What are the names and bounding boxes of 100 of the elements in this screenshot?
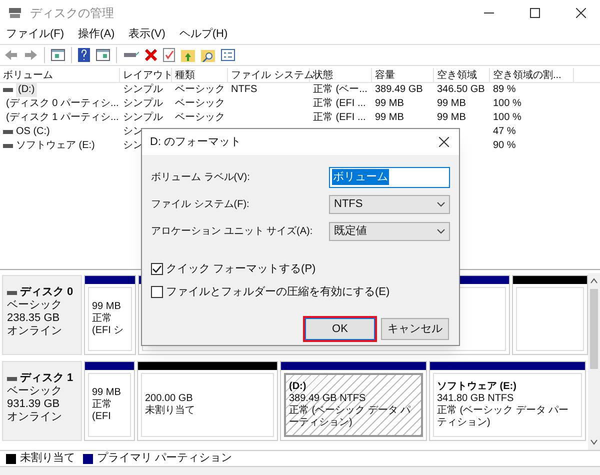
- table-cell: シンプル: [123, 111, 163, 125]
- disk-status: オンライン: [7, 411, 63, 424]
- disk-name: ディスク 1: [20, 372, 74, 385]
- dialog-title: D: のフォーマット: [150, 134, 242, 150]
- partition-title: ソフトウェア (E:): [437, 381, 518, 393]
- legend-label: 未割り当て: [20, 450, 75, 466]
- legend-label: プライマリ パーティション: [97, 450, 232, 466]
- list-icon[interactable]: [221, 49, 235, 61]
- menu-item[interactable]: 操作(A): [78, 26, 115, 42]
- column-header[interactable]: ボリューム: [0, 68, 120, 82]
- partition-block[interactable]: 99 MB 正常 (EFI シ: [84, 275, 136, 355]
- column-header[interactable]: 容量: [372, 68, 434, 82]
- partition-block[interactable]: ソフトウェア (E:) 341.80 GB NTFS 正常 (ベーシック データ パーティション): [429, 361, 586, 441]
- scroll-up-icon[interactable]: [590, 277, 598, 285]
- table-cell: ベーシック: [175, 83, 225, 97]
- table-cell: 正常 (ベー...: [313, 83, 368, 97]
- partition-info: 99 MB: [92, 387, 122, 398]
- checkbox[interactable]: [151, 263, 163, 276]
- table-cell: 99 MB: [375, 97, 404, 111]
- table-cell: 99 MB: [437, 97, 466, 111]
- input-field[interactable]: ボリューム: [329, 166, 450, 188]
- checkbox-label: ファイルとフォルダーの圧縮を有効にする(E): [166, 284, 390, 300]
- partition-info: 正常 (EFI: [92, 399, 113, 423]
- partition-block[interactable]: [512, 275, 588, 355]
- table-cell: 389.49 GB: [375, 83, 423, 97]
- table-cell: ベーシック: [175, 111, 225, 125]
- folder-search-icon[interactable]: [201, 48, 215, 62]
- table-cell[interactable]: ソフトウェア (E:): [16, 139, 95, 153]
- delete-icon[interactable]: [145, 49, 157, 61]
- column-header[interactable]: レイアウト: [120, 68, 172, 82]
- table-cell: シンプル: [123, 83, 163, 97]
- table-cell: 正常 (EFI ...: [313, 97, 366, 111]
- dropdown[interactable]: NTFS: [329, 194, 450, 214]
- scroll-thumb[interactable]: [590, 289, 598, 369]
- partition-info: 正常 (ベーシック データ パーティション): [289, 405, 412, 429]
- caret-icon: [437, 228, 445, 234]
- close-icon[interactable]: [576, 8, 586, 18]
- window-title: ディスクの管理: [30, 5, 114, 22]
- table-cell: 90 %: [493, 139, 516, 153]
- partition-bar: [85, 362, 134, 370]
- partition-info: 未割り当て: [145, 405, 196, 417]
- table-cell: 47 %: [493, 125, 516, 139]
- table-cell: 100 %: [493, 111, 522, 125]
- table-cell: NTFS: [231, 83, 258, 97]
- disk-type: ベーシック: [7, 385, 63, 398]
- disk-type: ベーシック: [7, 299, 63, 312]
- volume-icon: [3, 87, 13, 93]
- table-cell: 99 MB: [437, 111, 466, 125]
- partition-bar: [85, 276, 135, 284]
- partition-block[interactable]: (D:) 389.49 GB NTFS 正常 (ベーシック データ パーティション): [280, 361, 427, 441]
- maximize-icon[interactable]: [530, 8, 540, 18]
- partition-info: 99 MB: [92, 301, 122, 312]
- forward-arrow-icon[interactable]: [24, 49, 38, 61]
- table-cell: 89 %: [493, 83, 516, 97]
- menu-item[interactable]: ファイル(F): [6, 26, 64, 42]
- partition-block[interactable]: 200.00 GB 未割り当て: [137, 361, 278, 441]
- dialog-button[interactable]: OK: [305, 318, 375, 340]
- disk-size: 931.39 GB: [7, 398, 61, 411]
- checkbox[interactable]: [151, 286, 163, 298]
- caret-icon: [437, 202, 445, 206]
- table-cell[interactable]: OS (C:): [16, 125, 50, 139]
- checklist-icon[interactable]: [163, 48, 175, 62]
- table-cell: シンプル: [123, 97, 163, 111]
- partition-info: 正常 (EFI シ: [92, 313, 125, 337]
- help-icon[interactable]: [78, 48, 90, 62]
- table-cell: 346.50 GB: [437, 83, 485, 97]
- menu-item[interactable]: ヘルプ(H): [179, 26, 228, 42]
- partition-info: 389.49 GB NTFS: [289, 393, 367, 404]
- partition-block[interactable]: 99 MB 正常 (EFI: [84, 361, 135, 441]
- disk-management-icon: [8, 7, 22, 19]
- disk-name: ディスク 0: [20, 286, 74, 299]
- partition-info: 200.00 GB: [145, 393, 194, 404]
- partition-info: 正常 (ベーシック データ パーティション): [437, 405, 570, 429]
- table-cell: 100 %: [493, 97, 522, 111]
- folder-up-icon[interactable]: [181, 48, 195, 62]
- scrollbar[interactable]: [588, 273, 600, 450]
- partition-title: (D:): [289, 381, 308, 393]
- table-cell[interactable]: (D:): [16, 83, 37, 97]
- column-header[interactable]: 空き領域の割...: [490, 68, 574, 82]
- checkbox-label: クイック フォーマットする(P): [166, 262, 316, 277]
- dropdown[interactable]: 既定値: [329, 222, 450, 240]
- console-icon[interactable]: [96, 49, 110, 61]
- table-cell[interactable]: (ディスク 1 パーティシ...: [6, 111, 119, 125]
- disk-size: 238.35 GB: [7, 312, 61, 325]
- scroll-down-icon[interactable]: [590, 438, 598, 446]
- table-cell: ベーシック: [175, 97, 225, 111]
- close-icon[interactable]: [439, 137, 449, 147]
- back-arrow-icon[interactable]: [4, 49, 18, 61]
- dialog-button[interactable]: キャンセル: [381, 318, 449, 340]
- menu-item[interactable]: 表示(V): [128, 26, 166, 42]
- disk-status: オンライン: [7, 325, 63, 338]
- column-header[interactable]: 種類: [172, 68, 228, 82]
- table-cell: 99 MB: [375, 111, 404, 125]
- partition-info: 341.80 GB NTFS: [437, 393, 515, 404]
- console-icon[interactable]: [51, 49, 65, 61]
- column-header[interactable]: 空き領域: [434, 68, 490, 82]
- table-cell[interactable]: (ディスク 0 パーティシ...: [6, 97, 119, 111]
- field-label: アロケーション ユニット サイズ(A):: [151, 224, 314, 238]
- field-label: ファイル システム(F):: [151, 198, 250, 212]
- field-label: ボリューム ラベル(V):: [151, 170, 251, 184]
